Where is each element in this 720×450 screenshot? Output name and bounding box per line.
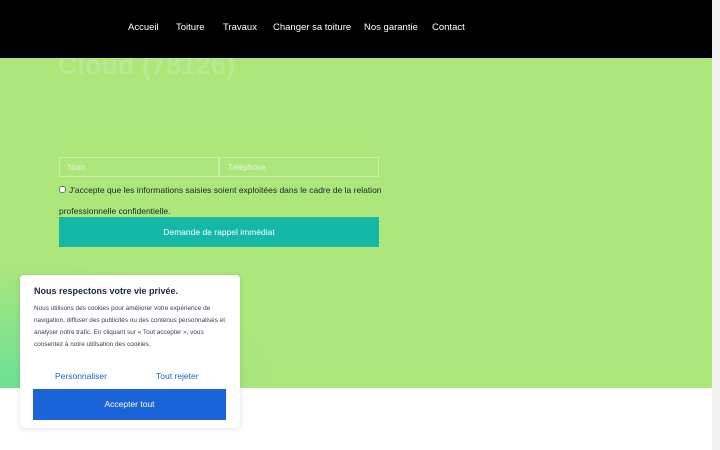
page-scrollbar[interactable] <box>712 0 720 450</box>
consent-row: J'accepte que les informations saisies s… <box>59 180 389 221</box>
cookie-dialog-text: Nous utilisons des cookies pour améliore… <box>34 305 226 348</box>
nav-item-travaux[interactable]: Travaux <box>223 20 257 36</box>
phone-input[interactable] <box>219 157 379 177</box>
nav-item-contact[interactable]: Contact <box>432 20 465 36</box>
nav-item-toiture[interactable]: Toiture <box>176 20 205 36</box>
top-navbar: Accueil Toiture Travaux Changer sa toitu… <box>0 0 712 58</box>
customize-cookies-button[interactable]: Personnaliser <box>55 369 107 383</box>
consent-label: J'accepte que les informations saisies s… <box>59 185 382 216</box>
name-input[interactable] <box>59 157 219 177</box>
cookie-dialog-title: Nous respectons votre vie privée. <box>34 286 179 296</box>
consent-checkbox[interactable] <box>59 186 66 193</box>
reject-all-cookies-button[interactable]: Tout rejeter <box>156 369 199 383</box>
nav-item-nos-garantie[interactable]: Nos garantie <box>364 20 418 36</box>
callback-form-fields <box>59 157 379 177</box>
nav-item-changer-sa-toiture[interactable]: Changer sa toiture <box>273 20 351 36</box>
accept-all-cookies-button[interactable]: Accepter tout <box>33 389 226 420</box>
callback-request-button[interactable]: Demande de rappel immédiat <box>59 217 379 247</box>
nav-item-accueil[interactable]: Accueil <box>128 20 159 36</box>
cookie-consent-dialog: Nous respectons votre vie privée. Nous u… <box>20 275 240 428</box>
